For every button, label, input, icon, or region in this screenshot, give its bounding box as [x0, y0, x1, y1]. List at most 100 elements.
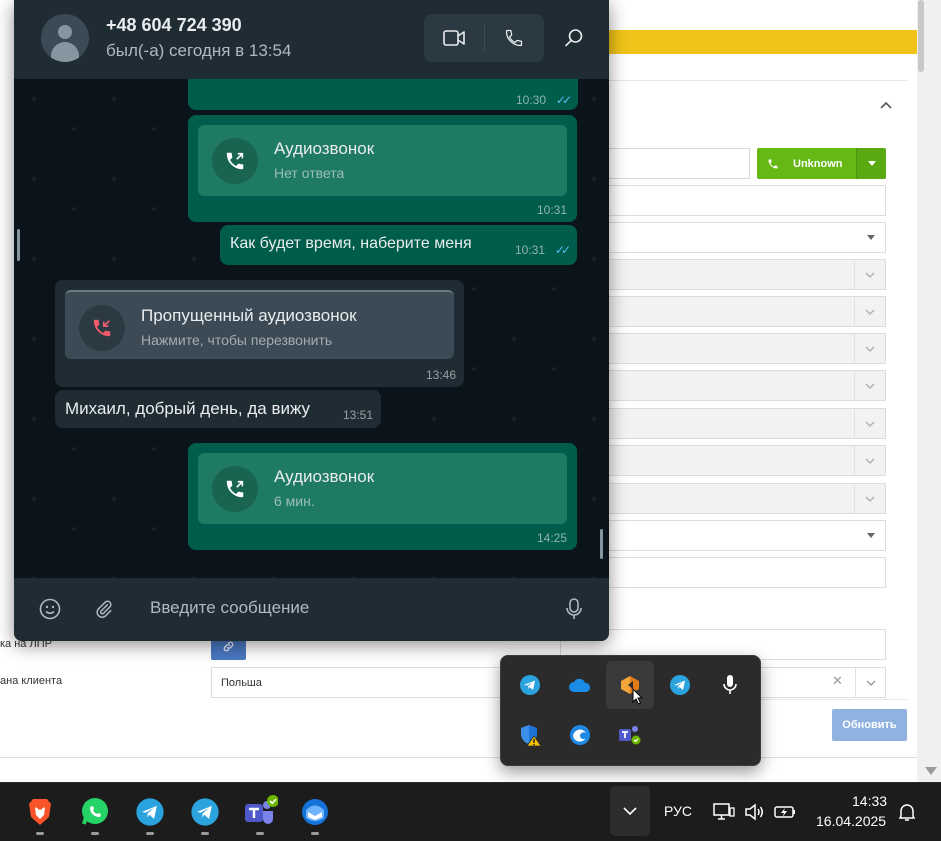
- chevron-down-icon: [623, 807, 637, 815]
- message-time: 10:30: [515, 93, 546, 107]
- voice-call-button[interactable]: [484, 14, 544, 62]
- divider: [0, 757, 917, 758]
- chat-messages-area[interactable]: 10:30 ✓✓ Аудиозвонок Нет ответа 10:31 Ка…: [14, 79, 609, 578]
- message-text: Михаил, добрый день, да вижу: [65, 399, 311, 418]
- read-ticks-icon: ✓✓: [555, 93, 572, 107]
- call-card[interactable]: Аудиозвонок Нет ответа: [198, 125, 567, 196]
- caret-down-icon: [867, 235, 875, 240]
- outgoing-call-icon: [212, 466, 258, 512]
- tray-overflow-popup: [500, 655, 761, 766]
- teams-icon[interactable]: [606, 711, 654, 759]
- message-bubble-incoming[interactable]: Михаил, добрый день, да вижу 13:51: [55, 390, 381, 428]
- telegram-icon[interactable]: [656, 661, 704, 709]
- telegram-icon[interactable]: [130, 792, 170, 832]
- message-time: 13:46: [425, 368, 456, 382]
- message-text: Как будет время, наберите меня: [230, 235, 472, 252]
- phone-icon: [506, 29, 523, 47]
- outgoing-call-icon: [212, 138, 258, 184]
- avatar[interactable]: [41, 14, 89, 62]
- gamebar-icon[interactable]: [606, 661, 654, 709]
- page-scrollbar-thumb[interactable]: [918, 0, 924, 72]
- link-icon: [223, 641, 234, 651]
- call-button[interactable]: Unknown: [757, 148, 856, 179]
- call-options-dropdown[interactable]: [856, 148, 886, 179]
- message-bubble-outgoing[interactable]: Как будет время, наберите меня 10:31 ✓✓: [220, 225, 577, 265]
- network-icon[interactable]: [712, 800, 736, 824]
- video-call-button[interactable]: [424, 14, 484, 62]
- missed-call-card[interactable]: Пропущенный аудиозвонок Нажмите, чтобы п…: [65, 290, 454, 359]
- scroll-down-arrow-icon[interactable]: [925, 767, 937, 775]
- message-bubble-outgoing-call[interactable]: Аудиозвонок Нет ответа 10:31: [188, 115, 577, 222]
- emoji-icon: [39, 598, 61, 620]
- page-scrollbar[interactable]: [917, 0, 941, 782]
- resize-handle[interactable]: [17, 229, 20, 261]
- chevron-down-icon: [854, 334, 885, 363]
- chevron-down-icon: [854, 484, 885, 513]
- chat-scrollbar[interactable]: [600, 529, 603, 559]
- message-input[interactable]: Введите сообщение: [150, 598, 309, 618]
- chat-header[interactable]: +48 604 724 390 был(-а) сегодня в 13:54: [14, 0, 609, 79]
- chevron-down-icon[interactable]: [855, 668, 885, 697]
- call-subtitle: Нажмите, чтобы перезвонить: [141, 332, 333, 348]
- read-ticks-icon: ✓✓: [554, 243, 571, 257]
- chevron-down-icon: [854, 446, 885, 475]
- phone-icon: [768, 159, 778, 168]
- crm-field-label: ана клиента: [0, 675, 63, 687]
- edge-update-icon[interactable]: [556, 711, 604, 759]
- telegram-icon[interactable]: [185, 792, 225, 832]
- clear-icon[interactable]: ✕: [832, 673, 843, 689]
- message-bubble-outgoing-call[interactable]: Аудиозвонок 6 мин. 14:25: [188, 443, 577, 550]
- contact-status: был(-а) сегодня в 13:54: [106, 41, 292, 60]
- chevron-down-icon: [854, 409, 885, 438]
- video-camera-icon: [442, 30, 465, 46]
- microphone-icon: [566, 598, 582, 619]
- paperclip-icon: [96, 600, 112, 618]
- call-card[interactable]: Аудиозвонок 6 мин.: [198, 453, 567, 524]
- contact-name[interactable]: +48 604 724 390: [106, 15, 242, 36]
- call-subtitle: Нет ответа: [274, 165, 345, 181]
- message-time: 13:51: [342, 408, 373, 422]
- collapse-chevron-icon[interactable]: [880, 96, 892, 112]
- teams-icon[interactable]: [240, 792, 280, 832]
- message-composer: Введите сообщение: [14, 578, 609, 641]
- call-buttons-group: [424, 14, 544, 62]
- notifications-icon[interactable]: [895, 800, 919, 824]
- whatsapp-icon[interactable]: [75, 792, 115, 832]
- search-button[interactable]: [560, 24, 588, 52]
- volume-icon[interactable]: [743, 800, 767, 824]
- brave-icon[interactable]: [20, 792, 60, 832]
- chevron-down-icon: [854, 260, 885, 289]
- input-language[interactable]: РУС: [664, 803, 692, 819]
- message-time: 14:25: [536, 531, 567, 545]
- whatsapp-window: +48 604 724 390 был(-а) сегодня в 13:54 …: [14, 0, 609, 641]
- chevron-down-icon: [854, 371, 885, 400]
- chevron-down-icon: [854, 297, 885, 326]
- onedrive-icon[interactable]: [556, 661, 604, 709]
- show-hidden-icons-button[interactable]: [610, 786, 650, 836]
- message-bubble-outgoing[interactable]: 10:30 ✓✓: [188, 79, 578, 110]
- call-subtitle: 6 мин.: [274, 493, 315, 509]
- windows-security-warning-icon[interactable]: [506, 711, 554, 759]
- clock-time[interactable]: 14:33: [852, 793, 887, 809]
- call-title: Аудиозвонок: [274, 467, 375, 486]
- missed-call-icon: [79, 305, 125, 351]
- message-time: 10:31: [536, 203, 567, 217]
- emoji-button[interactable]: [38, 597, 62, 621]
- battery-charging-icon[interactable]: [773, 800, 797, 824]
- message-time: 10:31: [514, 243, 545, 257]
- telegram-icon[interactable]: [506, 661, 554, 709]
- call-title: Пропущенный аудиозвонок: [141, 306, 357, 325]
- clock-date[interactable]: 16.04.2025: [816, 813, 886, 829]
- attach-button[interactable]: [92, 597, 116, 621]
- update-button[interactable]: Обновить: [832, 709, 907, 741]
- caret-down-icon: [867, 533, 875, 538]
- voice-message-button[interactable]: [562, 597, 586, 621]
- crm-notice-bar: [560, 30, 917, 54]
- thunderbird-icon[interactable]: [295, 792, 335, 832]
- call-button-label: Unknown: [793, 157, 843, 170]
- mouse-cursor-icon: [632, 688, 643, 705]
- microphone-icon[interactable]: [706, 661, 754, 709]
- search-icon: [565, 29, 583, 47]
- message-bubble-incoming-call[interactable]: Пропущенный аудиозвонок Нажмите, чтобы п…: [55, 280, 464, 387]
- call-title: Аудиозвонок: [274, 139, 375, 158]
